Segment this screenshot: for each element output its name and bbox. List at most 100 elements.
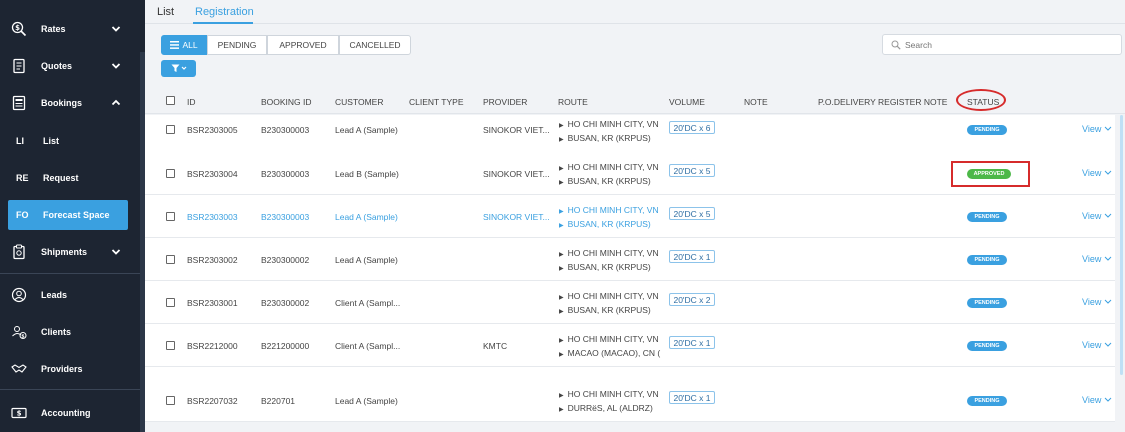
cell-booking-id[interactable]: B230300003 — [261, 212, 309, 222]
chevron-down-icon[interactable] — [111, 247, 121, 257]
cell-booking-id: B230300003 — [261, 125, 310, 135]
sidebar-subitem-forecast-space[interactable]: FO Forecast Space — [8, 200, 128, 230]
list-icon — [170, 41, 180, 49]
cell-id: BSR2303004 — [187, 169, 238, 179]
sidebar-subitem-label: Request — [43, 173, 79, 183]
cell-booking-id: B230300002 — [261, 298, 310, 308]
table-row[interactable]: BSR2303002 B230300002 Lead A (Sample) ▶ H… — [145, 238, 1115, 281]
cell-customer: Lead A (Sample) — [335, 125, 398, 135]
table-row[interactable]: BSR2303001 B230300002 Client A (Sampl...… — [145, 281, 1115, 324]
sidebar-item-quotes[interactable]: Quotes — [0, 51, 140, 81]
column-header-client-type[interactable]: CLIENT TYPE — [409, 97, 463, 107]
cell-id: BSR2212000 — [187, 341, 238, 351]
clipboard-icon — [13, 244, 25, 260]
status-header-highlight-annotation — [956, 89, 1006, 111]
chevron-down-icon — [1104, 170, 1112, 175]
filter-approved-button[interactable]: APPROVED — [267, 35, 339, 55]
sidebar-item-clients[interactable]: $ Clients — [0, 317, 140, 347]
row-checkbox[interactable] — [166, 298, 175, 307]
active-tab-indicator — [193, 22, 253, 24]
sidebar-subitem-request[interactable]: RE Request — [0, 163, 140, 193]
table-scrollbar[interactable] — [1120, 115, 1123, 375]
cell-booking-id: B220701 — [261, 396, 296, 406]
sidebar-subitem-abbr: RE — [16, 173, 29, 183]
route-origin: HO CHI MINH CITY, VN — [567, 248, 659, 258]
view-dropdown[interactable]: View — [1082, 124, 1112, 134]
filter-pending-button[interactable]: PENDING — [207, 35, 267, 55]
select-all-checkbox[interactable] — [166, 96, 175, 105]
column-header-po-delivery[interactable]: P.O.DELIVERY REGISTER NOTE — [818, 97, 947, 107]
column-header-route[interactable]: ROUTE — [558, 97, 588, 107]
column-header-provider[interactable]: PROVIDER — [483, 97, 527, 107]
filter-all-button[interactable]: ALL — [161, 35, 207, 55]
route-origin: HO CHI MINH CITY, VN — [567, 334, 659, 344]
view-dropdown[interactable]: View — [1082, 395, 1112, 405]
view-dropdown[interactable]: View — [1082, 297, 1112, 307]
view-dropdown[interactable]: View — [1082, 211, 1112, 221]
sidebar-item-label: Leads — [41, 290, 68, 300]
sidebar-subitem-abbr: LI — [16, 136, 24, 146]
sidebar-item-shipments[interactable]: Shipments — [0, 237, 140, 267]
chevron-up-icon[interactable] — [111, 98, 121, 108]
handshake-icon — [11, 364, 27, 373]
sidebar-item-leads[interactable]: Leads — [0, 280, 140, 310]
table-row[interactable]: BSR2207032 B220701 Lead A (Sample) ▶ HO C… — [145, 367, 1115, 422]
svg-text:$: $ — [21, 334, 24, 340]
tab-registration[interactable]: Registration — [195, 6, 254, 18]
advanced-filter-button[interactable] — [161, 60, 196, 77]
volume-tag: 20'DC x 6 — [669, 121, 715, 134]
cell-customer: Lead A (Sample) — [335, 396, 398, 406]
tab-list[interactable]: List — [157, 6, 174, 18]
table-row[interactable]: BSR2303003 B230300003 Lead A (Sample) SI… — [145, 195, 1115, 238]
sidebar-item-label: Shipments — [41, 247, 88, 257]
row-checkbox[interactable] — [166, 341, 175, 350]
sidebar-item-accounting[interactable]: $ Accounting — [0, 398, 140, 428]
cell-id[interactable]: BSR2303003 — [187, 212, 238, 222]
sidebar-item-rates[interactable]: $ Rates — [0, 14, 140, 44]
sidebar-item-bookings[interactable]: Bookings — [0, 88, 140, 118]
filter-cancelled-label: CANCELLED — [349, 40, 401, 50]
volume-tag: 20'DC x 1 — [669, 391, 715, 404]
search-input[interactable] — [905, 37, 1115, 52]
booking-icon — [12, 95, 26, 111]
row-checkbox[interactable] — [166, 212, 175, 221]
row-checkbox[interactable] — [166, 396, 175, 405]
cell-customer[interactable]: Lead A (Sample) — [335, 212, 398, 222]
route-origin: HO CHI MINH CITY, VN — [567, 119, 659, 129]
column-header-id[interactable]: ID — [187, 97, 196, 107]
cell-booking-id: B230300002 — [261, 255, 310, 265]
chevron-down-icon[interactable] — [111, 24, 121, 34]
table-row[interactable]: BSR2212000 B221200000 Client A (Sampl...… — [145, 324, 1115, 367]
row-checkbox[interactable] — [166, 169, 175, 178]
view-label: View — [1082, 340, 1102, 350]
view-label: View — [1082, 297, 1102, 307]
chevron-down-icon[interactable] — [111, 61, 121, 71]
tab-bar: List Registration — [145, 0, 1125, 24]
sidebar-item-providers[interactable]: Providers — [0, 354, 140, 384]
cell-provider[interactable]: SINOKOR VIET... — [483, 212, 550, 222]
view-label: View — [1082, 124, 1102, 134]
cell-id: BSR2303002 — [187, 255, 238, 265]
view-dropdown[interactable]: View — [1082, 254, 1112, 264]
status-badge: PENDING — [967, 396, 1007, 406]
volume-tag: 20'DC x 5 — [669, 164, 715, 177]
column-header-customer[interactable]: CUSTOMER — [335, 97, 384, 107]
column-header-note[interactable]: NOTE — [744, 97, 768, 107]
search-box[interactable] — [882, 34, 1122, 55]
row-checkbox[interactable] — [166, 255, 175, 264]
cell-id: BSR2303005 — [187, 125, 238, 135]
route-origin: HO CHI MINH CITY, VN — [567, 291, 659, 301]
sidebar: $ Rates Quotes Bookings LI List RE Reque… — [0, 0, 145, 432]
row-checkbox[interactable] — [166, 125, 175, 134]
view-dropdown[interactable]: View — [1082, 340, 1112, 350]
column-header-volume[interactable]: VOLUME — [669, 97, 705, 107]
cell-id: BSR2207032 — [187, 396, 238, 406]
filter-all-label: ALL — [182, 40, 198, 50]
column-header-booking-id[interactable]: BOOKING ID — [261, 97, 312, 107]
filter-cancelled-button[interactable]: CANCELLED — [339, 35, 411, 55]
sidebar-subitem-list[interactable]: LI List — [0, 126, 140, 156]
route-destination: BUSAN, KR (KRPUS) — [567, 176, 651, 186]
svg-text:$: $ — [15, 24, 20, 32]
route-origin: HO CHI MINH CITY, VN — [567, 389, 659, 399]
view-dropdown[interactable]: View — [1082, 168, 1112, 178]
